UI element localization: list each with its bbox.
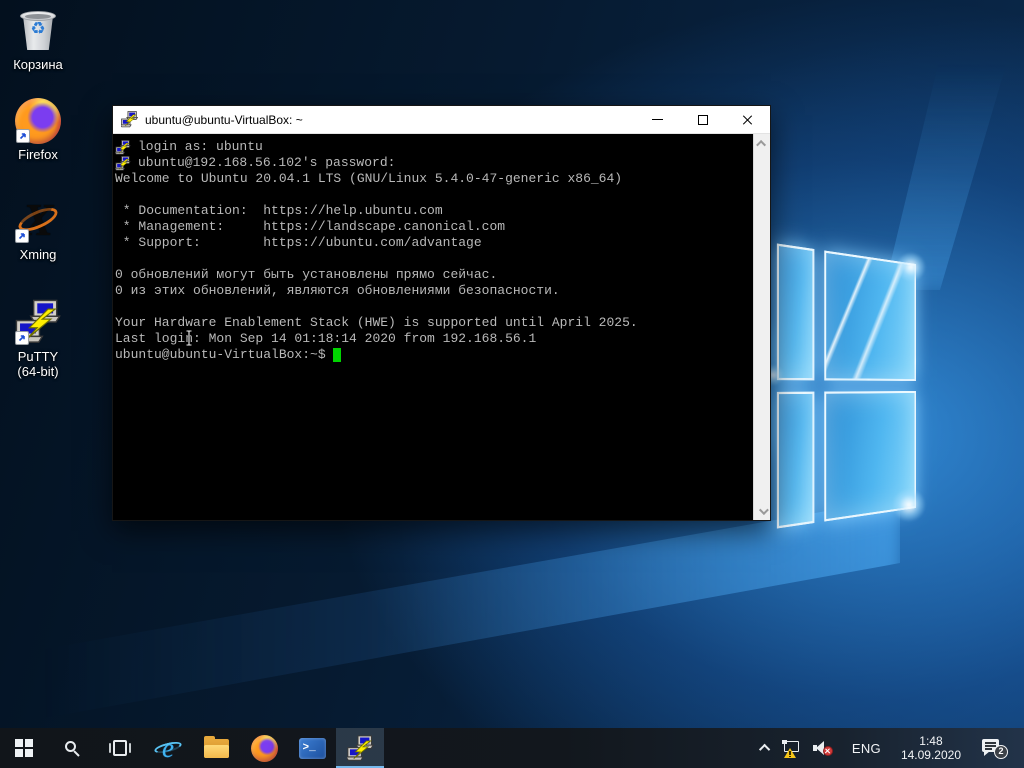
system-tray: ENG 1:48 14.09.2020 2 [756,728,1024,768]
desktop-icon-xming[interactable]: X Xming [2,196,74,262]
desktop-icon-label: Корзина [13,57,63,72]
maximize-button[interactable] [680,106,725,133]
powershell-button[interactable]: >_ [288,728,336,768]
terminal-cursor [333,348,341,362]
wallpaper-light-beam-up [868,0,1024,290]
desktop: ♻ Корзина Firefox X Xming [0,0,1024,768]
volume-muted-icon [813,740,833,756]
minimize-button[interactable] [635,106,680,133]
show-hidden-icons-button[interactable] [756,728,776,768]
terminal-line: login as: ubuntu [138,139,263,155]
clock-date: 14.09.2020 [901,748,961,762]
wallpaper-light-beam-down [0,498,900,748]
clock[interactable]: 1:48 14.09.2020 [894,728,968,768]
terminal-line: * Documentation: https://help.ubuntu.com [115,203,443,219]
search-button[interactable] [48,728,96,768]
network-warning-icon [782,741,801,756]
window-title: ubuntu@ubuntu-VirtualBox: ~ [145,113,303,127]
putty-taskbar-button[interactable] [336,728,384,768]
firefox-taskbar-button[interactable] [240,728,288,768]
firefox-icon [251,735,278,762]
file-explorer-icon [204,739,229,758]
close-button[interactable] [725,106,770,133]
hero-pane-bottom-left [777,392,815,529]
windows-hero-logo [766,264,916,508]
putty-icon [347,735,374,762]
recycle-symbol-icon: ♻ [14,20,62,37]
terminal-line: Welcome to Ubuntu 20.04.1 LTS (GNU/Linux… [115,171,622,187]
window-titlebar[interactable]: ubuntu@ubuntu-VirtualBox: ~ [113,106,770,134]
close-icon [742,114,754,126]
scroll-up-icon[interactable] [754,135,770,151]
terminal-line: Last login: Mon Sep 14 01:18:14 2020 fro… [115,331,536,347]
terminal-line: 0 из этих обновлений, являются обновлени… [115,283,560,299]
terminal-prompt: ubuntu@ubuntu-VirtualBox:~$ [115,347,333,363]
putty-icon [14,298,62,346]
shortcut-arrow-icon [15,331,29,345]
file-explorer-button[interactable] [192,728,240,768]
terminal-line: Your Hardware Enablement Stack (HWE) is … [115,315,638,331]
putty-window: ubuntu@ubuntu-VirtualBox: ~ login as: ub… [112,105,771,521]
powershell-icon: >_ [299,738,326,759]
internet-explorer-icon: e [154,734,182,762]
notification-icon: 2 [982,737,1006,759]
chevron-up-icon [759,744,770,755]
putty-line-icon [115,156,131,171]
taskbar: e >_ [0,728,1024,768]
desktop-icon-label: PuTTY (64-bit) [17,349,58,379]
minimize-icon [652,119,663,120]
hero-glint-bottom [892,488,926,522]
hero-pane-top-left [777,243,815,380]
task-view-icon [109,740,131,756]
desktop-icon-label: Xming [20,247,57,262]
mouse-ibeam-cursor [185,330,193,346]
start-button[interactable] [0,728,48,768]
hero-glint-top [896,252,926,282]
desktop-icon-firefox[interactable]: Firefox [2,98,74,162]
desktop-icon-putty[interactable]: PuTTY (64-bit) [2,298,74,379]
shortcut-arrow-icon [16,129,30,143]
terminal-line: * Management: https://landscape.canonica… [115,219,505,235]
xming-icon: X [14,196,62,244]
terminal-line: 0 обновлений могут быть установлены прям… [115,267,497,283]
desktop-icon-recycle-bin[interactable]: ♻ Корзина [2,6,74,72]
internet-explorer-button[interactable]: e [144,728,192,768]
firefox-icon [15,98,61,144]
windows-logo-icon [15,739,33,757]
network-status-button[interactable] [776,728,807,768]
recycle-bin-icon: ♻ [14,6,62,54]
terminal-line: ubuntu@192.168.56.102's password: [138,155,395,171]
volume-button[interactable] [807,728,839,768]
language-indicator[interactable]: ENG [839,728,894,768]
desktop-icon-label: Firefox [18,147,58,162]
putty-line-icon [115,140,131,155]
maximize-icon [698,115,708,125]
clock-time: 1:48 [901,734,961,748]
notification-badge: 2 [994,745,1008,759]
putty-titlebar-icon [121,111,138,128]
terminal-output[interactable]: login as: ubuntu ubuntu@192.168.56.102's… [113,134,753,520]
terminal-scrollbar[interactable] [753,134,770,520]
action-center-button[interactable]: 2 [968,728,1016,768]
task-view-button[interactable] [96,728,144,768]
search-icon [65,741,80,756]
terminal-line: * Support: https://ubuntu.com/advantage [115,235,482,251]
shortcut-arrow-icon [15,229,29,243]
scroll-down-icon[interactable] [754,503,770,519]
